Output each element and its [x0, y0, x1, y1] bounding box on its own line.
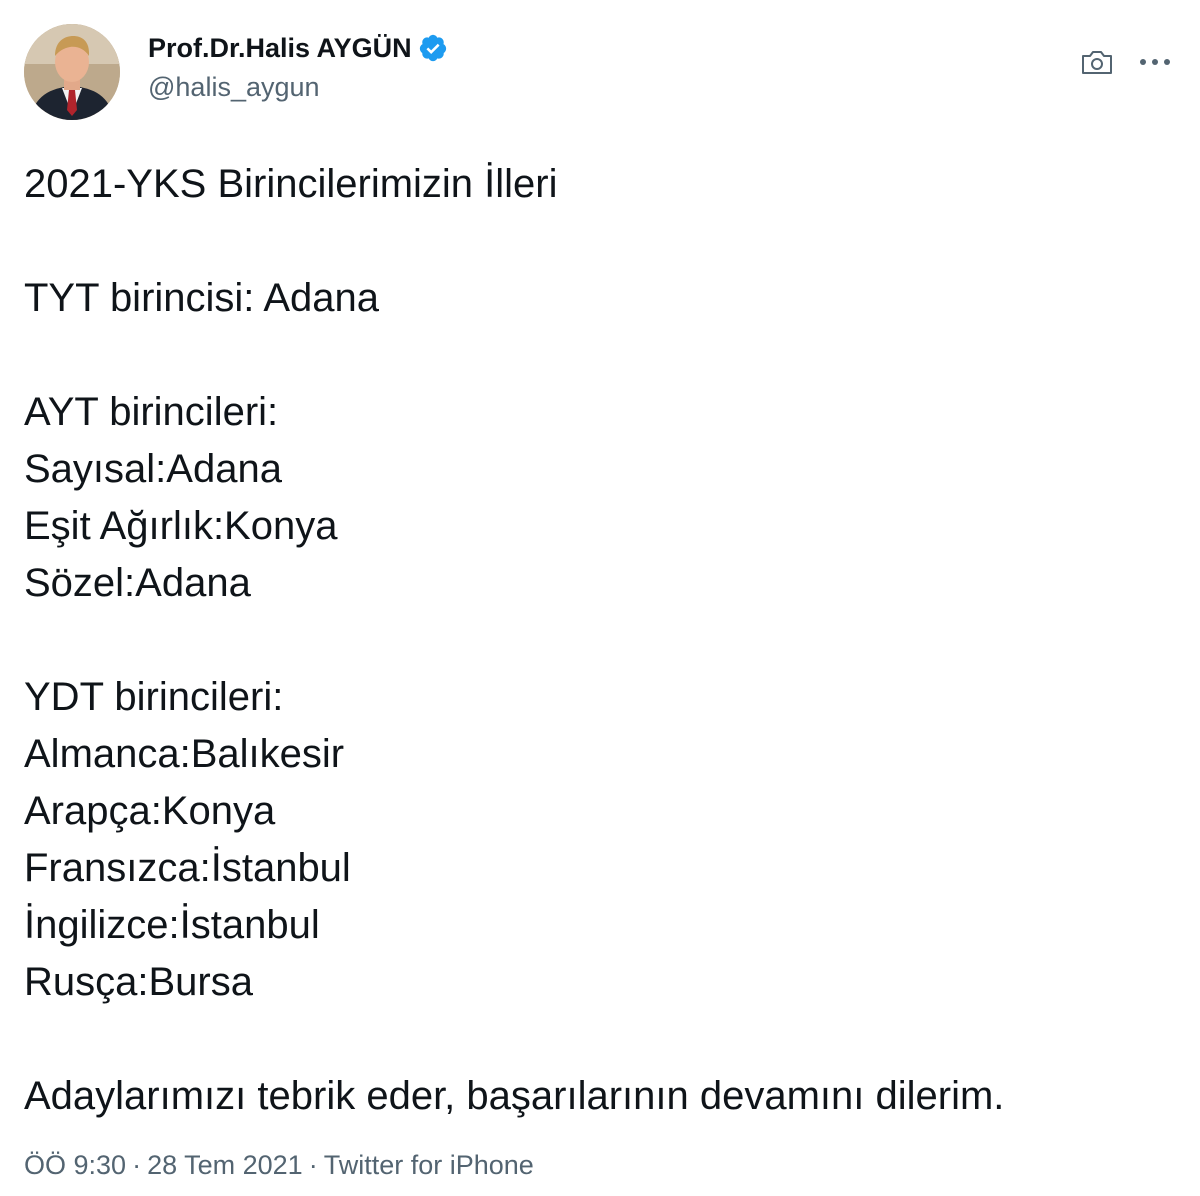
meta-separator: · — [308, 1150, 318, 1180]
tweet-line-almanca: Almanca:Balıkesir — [24, 732, 345, 776]
camera-icon[interactable] — [1080, 48, 1114, 76]
tweet-line-fransizca: Fransızca:İstanbul — [24, 846, 351, 890]
tweet-line-esit-agirlik: Eşit Ağırlık:Konya — [24, 504, 338, 548]
tweet-line-ingilizce: İngilizce:İstanbul — [24, 903, 320, 947]
display-name[interactable]: Prof.Dr.Halis AYGÜN — [148, 33, 412, 64]
tweet-meta: ÖÖ 9:30 · 28 Tem 2021 · Twitter for iPhone — [24, 1150, 534, 1181]
tweet-line-arapca: Arapça:Konya — [24, 789, 276, 833]
tweet-text: 2021-YKS Birincilerimizin İlleri TYT bir… — [24, 156, 1174, 1125]
tweet-source-link[interactable]: Twitter for iPhone — [324, 1150, 534, 1180]
tweet-line-title: 2021-YKS Birincilerimizin İlleri — [24, 162, 558, 206]
tweet-line-ydt-heading: YDT birincileri: — [24, 675, 284, 719]
more-horizontal-icon[interactable] — [1138, 52, 1172, 72]
meta-separator: · — [132, 1150, 142, 1180]
tweet: Prof.Dr.Halis AYGÜN @halis_aygun 2021-YK… — [0, 0, 1200, 1196]
verified-badge-icon — [419, 34, 446, 62]
tweet-line-sayisal: Sayısal:Adana — [24, 447, 282, 491]
avatar[interactable] — [24, 24, 120, 120]
profile-photo-icon — [24, 24, 120, 120]
tweet-time-link[interactable]: ÖÖ 9:30 — [24, 1150, 126, 1180]
tweet-date-link[interactable]: 28 Tem 2021 — [147, 1150, 303, 1180]
name-row: Prof.Dr.Halis AYGÜN — [148, 30, 448, 66]
author-block: Prof.Dr.Halis AYGÜN @halis_aygun — [148, 30, 448, 103]
tweet-line-closing: Adaylarımızı tebrik eder, başarılarının … — [24, 1074, 1005, 1118]
tweet-line-tyt: TYT birincisi: Adana — [24, 276, 379, 320]
handle[interactable]: @halis_aygun — [148, 72, 448, 103]
tweet-line-ayt-heading: AYT birincileri: — [24, 390, 279, 434]
tweet-line-sozel: Sözel:Adana — [24, 561, 251, 605]
tweet-line-rusca: Rusça:Bursa — [24, 960, 253, 1004]
